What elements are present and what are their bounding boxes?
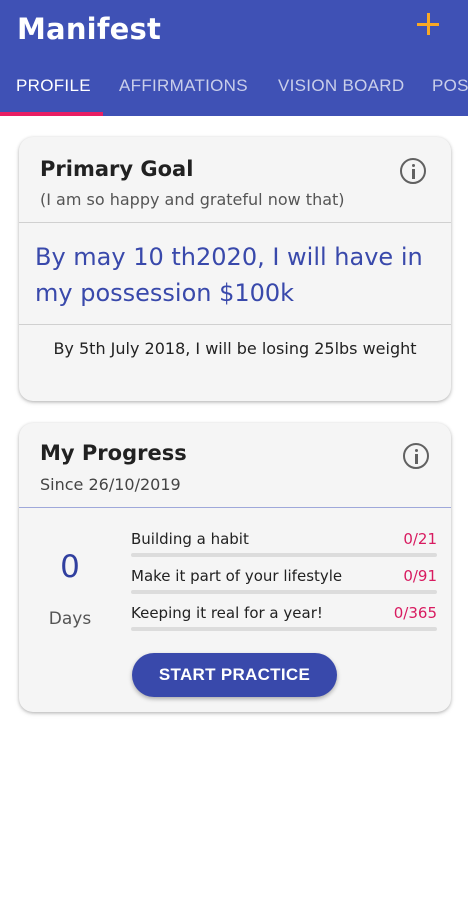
tab-bar: PROFILE AFFIRMATIONS VISION BOARD POS [0, 66, 468, 116]
milestone-item: Building a habit 0/21 [131, 530, 437, 560]
card-title: My Progress [40, 441, 187, 465]
milestone-progress-bar [131, 627, 437, 631]
divider [19, 507, 451, 508]
my-progress-card: My Progress Since 26/10/2019 0 Days Buil… [19, 423, 451, 712]
milestone-item: Keeping it real for a year! 0/365 [131, 604, 437, 634]
days-label: Days [48, 609, 92, 629]
milestone-label: Building a habit [131, 530, 249, 548]
milestone-count: 0/91 [403, 567, 437, 585]
secondary-goal-text: By 5th July 2018, I will be losing 25lbs… [53, 339, 417, 358]
app-title: Manifest [17, 12, 162, 46]
main-goal-text: By may 10 th2020, I will have in my poss… [35, 243, 423, 307]
days-count: 0 [60, 549, 80, 585]
milestone-progress-bar [131, 553, 437, 557]
milestone-label: Make it part of your lifestyle [131, 567, 343, 585]
milestone-progress-bar [131, 590, 437, 594]
info-icon[interactable] [400, 158, 426, 184]
info-icon[interactable] [403, 443, 429, 469]
start-practice-button[interactable]: START PRACTICE [132, 653, 337, 697]
milestone-count: 0/365 [393, 604, 437, 622]
tab-indicator [0, 112, 103, 116]
app-bar: Manifest PROFILE AFFIRMATIONS VISION BOA… [0, 0, 468, 116]
goal-subtitle: (I am so happy and grateful now that) [40, 190, 345, 209]
divider [19, 324, 451, 325]
tab-vision-board[interactable]: VISION BOARD [278, 76, 404, 96]
card-title: Primary Goal [40, 157, 194, 181]
tab-profile[interactable]: PROFILE [16, 76, 91, 96]
milestone-count: 0/21 [403, 530, 437, 548]
primary-goal-card: Primary Goal (I am so happy and grateful… [19, 137, 451, 401]
divider [19, 222, 451, 223]
plus-icon[interactable] [413, 9, 445, 41]
milestone-item: Make it part of your lifestyle 0/91 [131, 567, 437, 597]
milestone-label: Keeping it real for a year! [131, 604, 323, 622]
progress-since-date: Since 26/10/2019 [40, 475, 181, 494]
tab-pos[interactable]: POS [432, 76, 468, 96]
tab-affirmations[interactable]: AFFIRMATIONS [119, 76, 248, 96]
